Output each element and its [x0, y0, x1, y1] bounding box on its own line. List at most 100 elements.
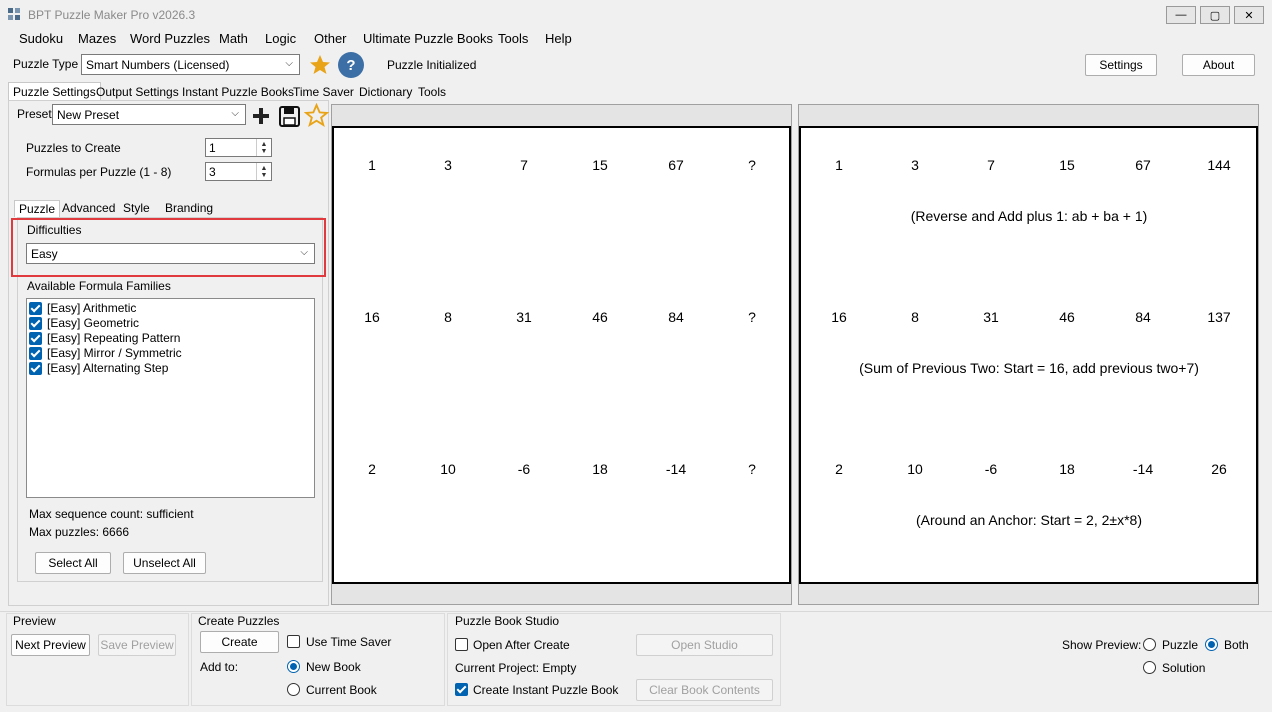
create-instant-book-label: Create Instant Puzzle Book	[473, 683, 619, 697]
puzzle-number: 15	[592, 157, 608, 173]
solution-number: 144	[1207, 157, 1231, 173]
stepper-arrows-icon[interactable]: ▲ ▼	[256, 139, 271, 156]
tab-time-saver[interactable]: Time Saver	[288, 82, 359, 101]
menu-mazes[interactable]: Mazes	[78, 31, 116, 46]
create-group-title: Create Puzzles	[198, 614, 280, 628]
create-button[interactable]: Create	[200, 631, 279, 653]
minimize-button[interactable]: —	[1166, 6, 1196, 24]
subtab-advanced[interactable]: Advanced	[58, 200, 119, 217]
settings-button[interactable]: Settings	[1085, 54, 1157, 76]
current-book-radio[interactable]	[287, 683, 300, 696]
preset-label: Preset	[17, 107, 52, 121]
puzzle-number: 3	[444, 157, 452, 173]
app-logo-icon	[7, 7, 21, 21]
use-time-saver-checkbox[interactable]	[287, 635, 300, 648]
help-icon[interactable]: ?	[338, 52, 364, 78]
solution-number: 8	[911, 309, 919, 325]
puzzle-type-select[interactable]: Smart Numbers (Licensed) ⌵	[81, 54, 300, 75]
show-puzzle-label: Puzzle	[1162, 638, 1199, 652]
puzzle-number: 84	[668, 309, 684, 325]
family-label-alternating-step: [Easy] Alternating Step	[47, 361, 169, 375]
open-studio-button[interactable]: Open Studio	[636, 634, 773, 656]
solution-number: -6	[984, 461, 998, 477]
puzzle-number: -14	[665, 461, 687, 477]
show-solution-radio[interactable]	[1143, 661, 1156, 674]
favorite-preset-star-icon[interactable]	[303, 102, 330, 128]
new-book-radio[interactable]	[287, 660, 300, 673]
puzzle-number: 10	[440, 461, 456, 477]
tab-tools[interactable]: Tools	[413, 82, 451, 101]
puzzle-number: ?	[748, 309, 756, 325]
open-after-create-checkbox[interactable]	[455, 638, 468, 651]
solution-number: 3	[911, 157, 919, 173]
subtab-branding[interactable]: Branding	[161, 200, 217, 217]
new-book-label: New Book	[306, 660, 361, 674]
family-checkbox-geometric[interactable]	[29, 317, 42, 330]
puzzle-number: 67	[668, 157, 684, 173]
puzzle-preview-page	[332, 126, 791, 584]
subtab-style[interactable]: Style	[119, 200, 154, 217]
show-both-radio[interactable]	[1205, 638, 1218, 651]
stepper-arrows-icon[interactable]: ▲ ▼	[256, 163, 271, 180]
solution-number: 1	[835, 157, 843, 173]
difficulty-value: Easy	[31, 246, 58, 261]
solution-number: 31	[983, 309, 999, 325]
tab-puzzle-settings[interactable]: Puzzle Settings	[8, 82, 101, 101]
menu-other[interactable]: Other	[314, 31, 347, 46]
difficulty-select[interactable]: Easy ⌵	[26, 243, 315, 264]
unselect-all-button[interactable]: Unselect All	[123, 552, 206, 574]
formulas-per-puzzle-label: Formulas per Puzzle (1 - 8)	[26, 165, 172, 179]
create-instant-book-checkbox[interactable]	[455, 683, 468, 696]
family-checkbox-arithmetic[interactable]	[29, 302, 42, 315]
solution-explanation: (Sum of Previous Two: Start = 16, add pr…	[859, 360, 1199, 376]
puzzles-to-create-stepper[interactable]: 1 ▲ ▼	[205, 138, 272, 157]
save-preset-icon[interactable]	[279, 106, 300, 127]
clear-book-contents-button[interactable]: Clear Book Contents	[636, 679, 773, 701]
chevron-down-icon: ⌵	[285, 58, 293, 69]
puzzle-number: 8	[444, 309, 452, 325]
menu-word-puzzles[interactable]: Word Puzzles	[130, 31, 210, 46]
preset-select[interactable]: New Preset ⌵	[52, 104, 246, 125]
family-label-arithmetic: [Easy] Arithmetic	[47, 301, 137, 315]
show-both-label: Both	[1224, 638, 1249, 652]
max-sequence-text: Max sequence count: sufficient	[29, 507, 194, 521]
favorite-star-icon[interactable]	[308, 53, 332, 77]
preset-value: New Preset	[57, 107, 120, 122]
close-button[interactable]: ✕	[1234, 6, 1264, 24]
about-button[interactable]: About	[1182, 54, 1255, 76]
tab-dictionary[interactable]: Dictionary	[354, 82, 417, 101]
add-preset-icon[interactable]	[252, 107, 270, 125]
menu-logic[interactable]: Logic	[265, 31, 296, 46]
family-label-mirror-symmetric: [Easy] Mirror / Symmetric	[47, 346, 182, 360]
family-checkbox-mirror-symmetric[interactable]	[29, 347, 42, 360]
help-symbol: ?	[346, 56, 356, 74]
save-preview-button[interactable]: Save Preview	[98, 634, 176, 656]
solution-number: -14	[1132, 461, 1154, 477]
menu-ultimate-puzzle-books[interactable]: Ultimate Puzzle Books	[363, 31, 493, 46]
solution-number: 2	[835, 461, 843, 477]
solution-number: 7	[987, 157, 995, 173]
menu-sudoku[interactable]: Sudoku	[19, 31, 63, 46]
studio-group-title: Puzzle Book Studio	[455, 614, 560, 628]
family-checkbox-alternating-step[interactable]	[29, 362, 42, 375]
current-book-label: Current Book	[306, 683, 377, 697]
formulas-per-puzzle-stepper[interactable]: 3 ▲ ▼	[205, 162, 272, 181]
add-to-label: Add to:	[200, 660, 239, 674]
next-preview-button[interactable]: Next Preview	[11, 634, 90, 656]
tab-instant-puzzle-books[interactable]: Instant Puzzle Books	[177, 82, 299, 101]
solution-number: 16	[831, 309, 847, 325]
tab-output-settings[interactable]: Output Settings	[91, 82, 184, 101]
puzzle-number: 1	[368, 157, 376, 173]
difficulties-label: Difficulties	[27, 223, 82, 237]
select-all-button[interactable]: Select All	[35, 552, 111, 574]
subtab-puzzle[interactable]: Puzzle	[14, 200, 61, 217]
show-puzzle-radio[interactable]	[1143, 638, 1156, 651]
maximize-button[interactable]: ▢	[1200, 6, 1230, 24]
puzzle-number: ?	[748, 461, 756, 477]
menu-help[interactable]: Help	[545, 31, 572, 46]
family-checkbox-repeating-pattern[interactable]	[29, 332, 42, 345]
puzzle-number: -6	[517, 461, 531, 477]
formula-families-label: Available Formula Families	[27, 279, 171, 293]
menu-tools[interactable]: Tools	[498, 31, 528, 46]
menu-math[interactable]: Math	[219, 31, 248, 46]
